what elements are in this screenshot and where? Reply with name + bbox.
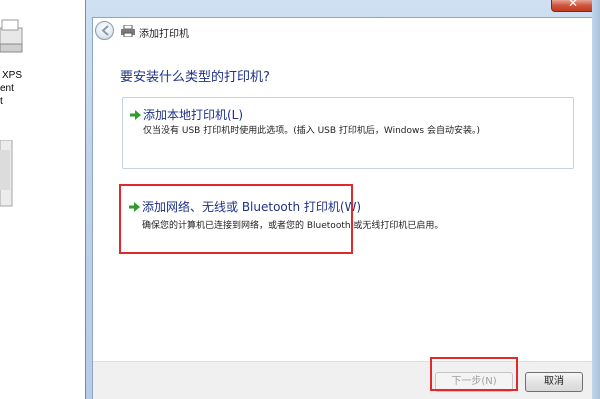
annotation-highlight-next-button: [430, 357, 518, 391]
page-question: 要安装什么类型的打印机?: [120, 70, 270, 85]
dialog-header: 添加打印机: [93, 18, 594, 46]
green-arrow-icon: [130, 110, 141, 120]
dialog-title: 添加打印机: [139, 29, 189, 40]
printer-icon[interactable]: [0, 18, 24, 58]
device-label: t: [0, 96, 3, 107]
dialog-footer: 下一步(N) 取消: [93, 361, 594, 399]
option-title: 添加本地打印机(L): [143, 108, 244, 122]
add-local-printer-option[interactable]: 添加本地打印机(L) 仅当没有 USB 打印机时使用此选项。(插入 USB 打印…: [122, 97, 574, 169]
annotation-highlight-network-option: [119, 184, 353, 254]
background-pane: XPS ent t: [0, 0, 92, 399]
device-label: ent: [0, 83, 14, 94]
window-edge: [592, 0, 600, 399]
back-arrow-icon: [101, 25, 109, 36]
close-button[interactable]: ✕: [551, 0, 595, 12]
option-description: 仅当没有 USB 打印机时使用此选项。(插入 USB 打印机后，Windows …: [143, 126, 480, 136]
dialog-content: 添加打印机 要安装什么类型的打印机? 添加本地打印机(L) 仅当没有 USB 打…: [92, 17, 595, 399]
back-button[interactable]: [95, 21, 114, 40]
device-label: XPS: [2, 70, 23, 81]
cancel-button[interactable]: 取消: [525, 372, 583, 392]
fax-icon[interactable]: [0, 140, 14, 208]
close-icon: ✕: [568, 0, 579, 10]
printer-icon: [121, 25, 135, 37]
add-printer-dialog: ✕ 添加打印机 要安装什么类型的打印机? 添加本地打印机(L) 仅当没有 USB…: [85, 0, 600, 399]
